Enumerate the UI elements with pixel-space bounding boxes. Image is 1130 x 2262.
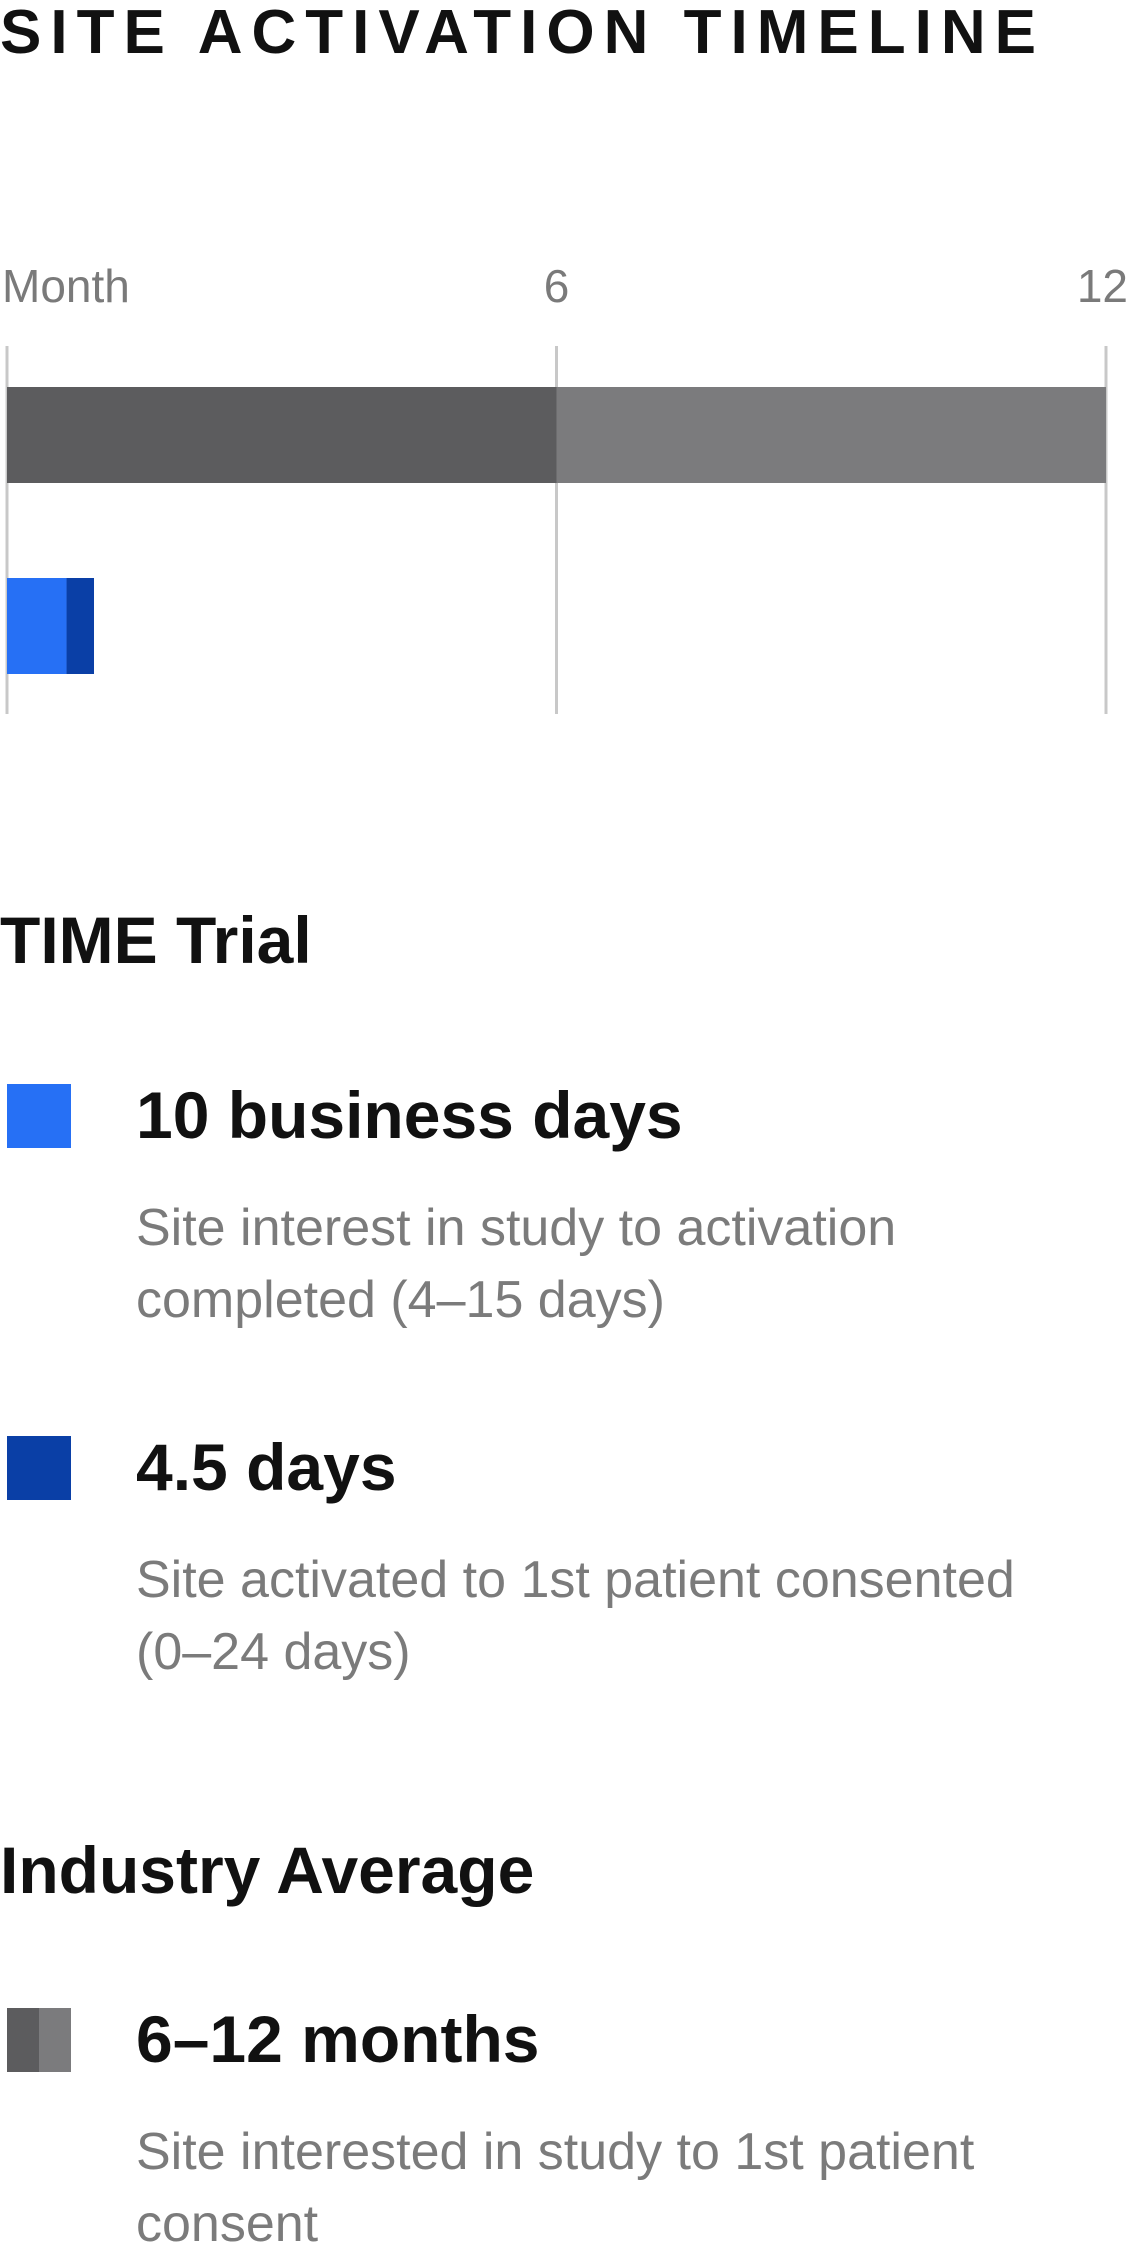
time-trial-bar-segment-2	[66, 578, 95, 674]
time-trial-consent-value: 4.5 days	[136, 1430, 397, 1504]
industry-average-bar-segment-1	[7, 387, 557, 483]
industry-average-heading: Industry Average	[0, 1833, 535, 1907]
industry-average-bar-segment-2	[556, 387, 1106, 483]
page-title: SITE ACTIVATION TIMELINE	[0, 0, 1045, 67]
time-trial-activation-swatch	[7, 1084, 71, 1148]
x-tick-label-6: 6	[544, 260, 570, 312]
industry-average-description: Site interested in study to 1st patient …	[136, 2123, 975, 2253]
x-axis-label: Month	[2, 260, 130, 312]
time-trial-consent-swatch	[7, 1436, 71, 1500]
industry-average-swatch	[7, 2008, 71, 2072]
time-trial-consent-description: Site activated to 1st patient consented …	[136, 1551, 1015, 1681]
timeline-chart: Month 6 12	[2, 260, 1128, 714]
industry-low-swatch-half	[7, 2008, 39, 2072]
chart-tick-labels: Month 6 12	[2, 260, 1128, 312]
industry-high-swatch-half	[39, 2008, 71, 2072]
time-trial-activation-description: Site interest in study to activation com…	[136, 1199, 897, 1329]
time-trial-heading: TIME Trial	[0, 903, 312, 977]
industry-average-value: 6–12 months	[136, 2002, 540, 2076]
time-trial-bar-segment-1	[7, 578, 67, 674]
x-tick-label-12: 12	[1077, 260, 1128, 312]
time-trial-activation-value: 10 business days	[136, 1078, 683, 1152]
